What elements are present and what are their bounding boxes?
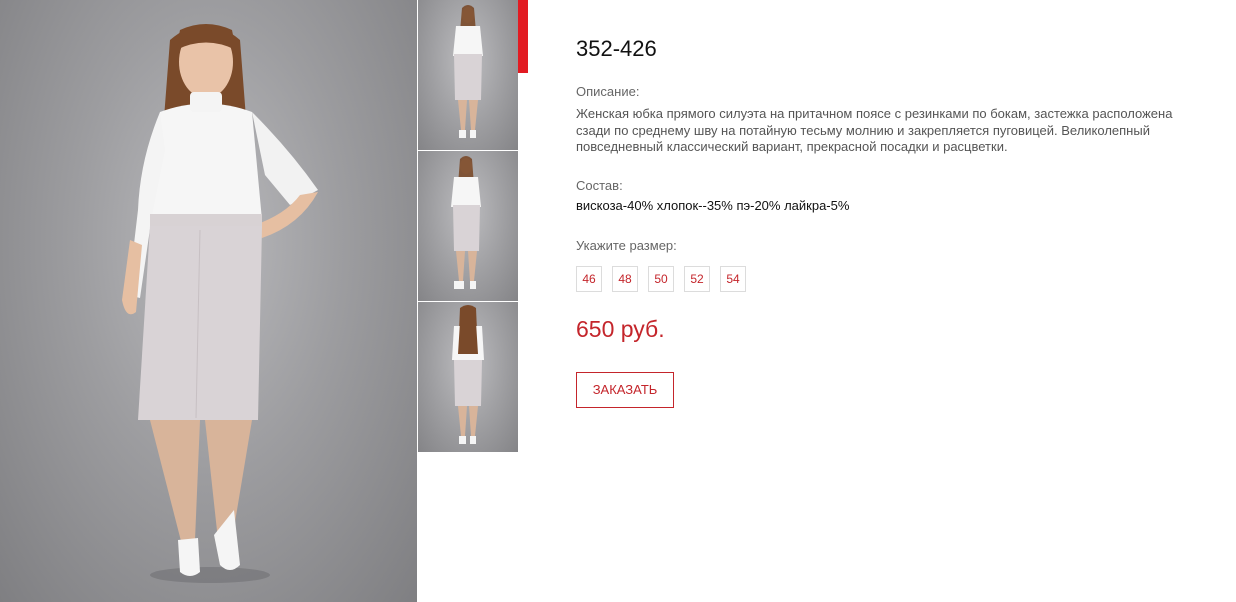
thumbnail-image [453,5,483,138]
description-label: Описание: [576,84,640,99]
thumbnail-list [418,0,518,453]
composition-text: вискоза-40% хлопок--35% пэ-20% лайкра-5% [576,198,850,213]
size-selector: 46 48 50 52 54 [576,266,746,292]
order-button[interactable]: ЗАКАЗАТЬ [576,372,674,408]
thumbnail-front-view-2[interactable] [418,151,518,301]
active-thumbnail-indicator [518,0,528,73]
size-option-48[interactable]: 48 [612,266,638,292]
size-option-50[interactable]: 50 [648,266,674,292]
size-option-52[interactable]: 52 [684,266,710,292]
composition-label: Состав: [576,178,623,193]
thumbnail-image [451,156,481,289]
thumbnail-front-view[interactable] [418,0,518,150]
model-figure-illustration [122,24,318,583]
main-product-photo[interactable] [0,0,417,602]
size-option-54[interactable]: 54 [720,266,746,292]
product-price: 650 руб. [576,316,665,342]
product-title: 352-426 [576,36,657,61]
thumbnail-image [452,305,484,444]
description-text: Женская юбка прямого силуэта на притачно… [576,106,1173,154]
product-page: 352-426 Описание: Женская юбка прямого с… [0,0,1236,602]
thumbnail-back-view[interactable] [418,302,518,452]
size-option-46[interactable]: 46 [576,266,602,292]
size-label: Укажите размер: [576,238,677,253]
